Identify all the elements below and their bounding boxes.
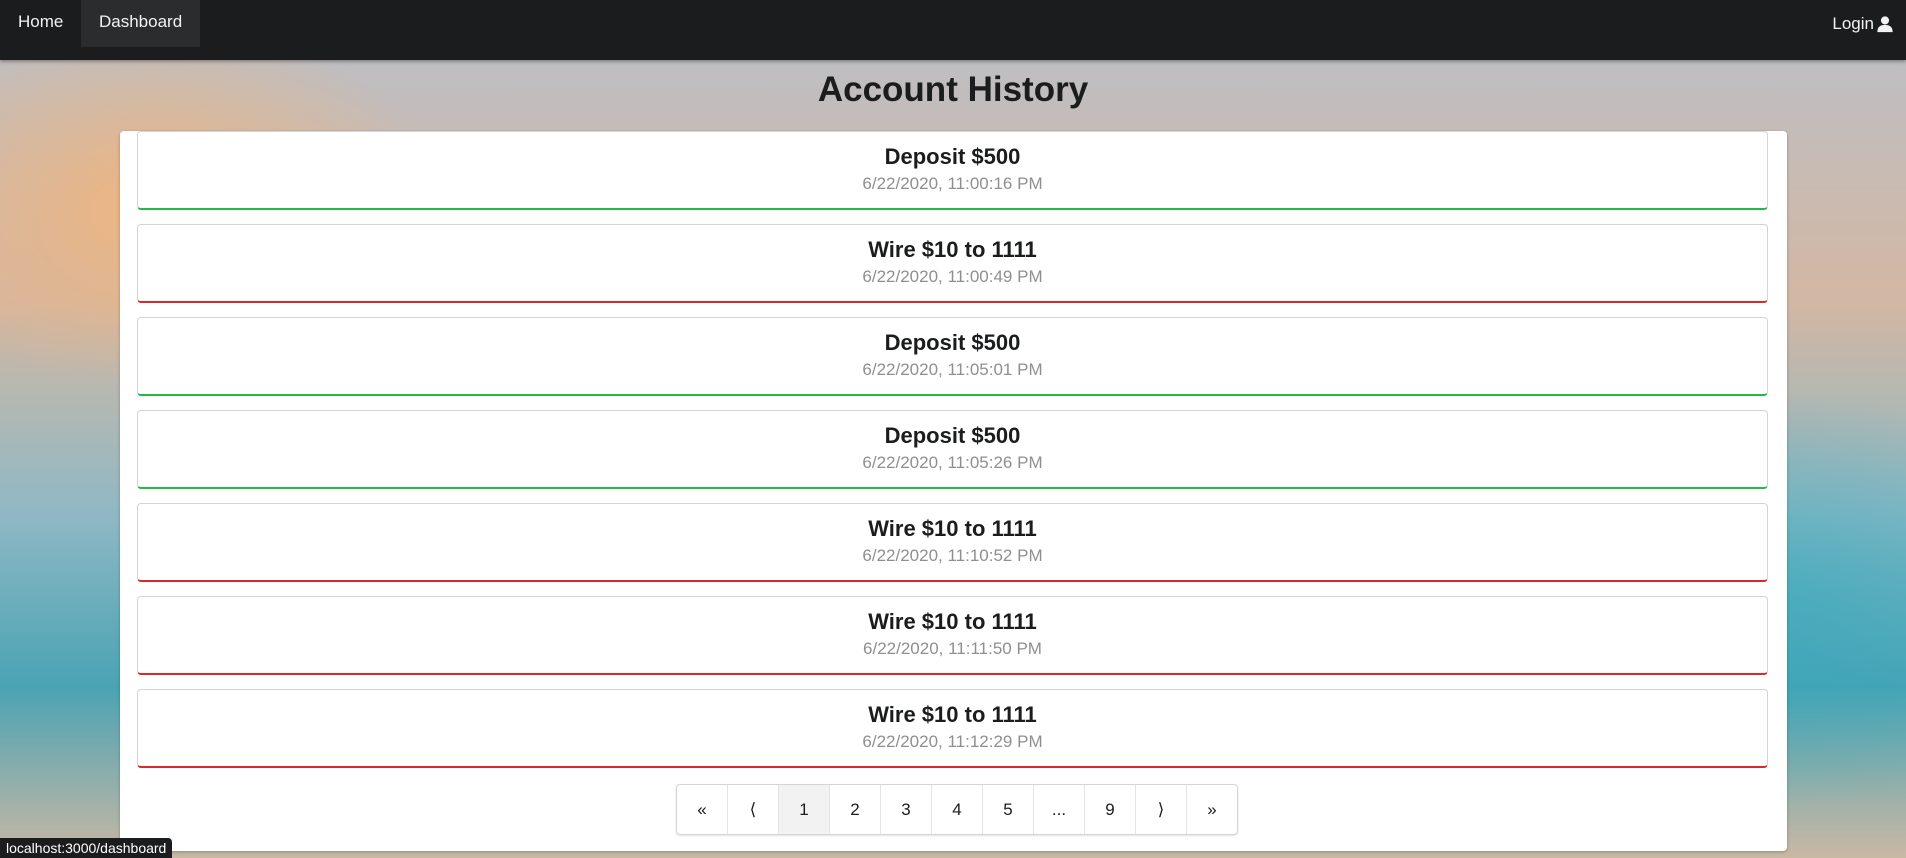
pagination-page-3[interactable]: 3	[881, 785, 932, 834]
entry-title: Wire $10 to 1111	[868, 609, 1037, 634]
history-entry: Deposit $500 6/22/2020, 11:05:26 PM	[137, 410, 1768, 489]
entry-timestamp: 6/22/2020, 11:05:01 PM	[862, 360, 1043, 379]
pagination-ellipsis: ...	[1034, 785, 1085, 834]
nav-dashboard-link[interactable]: Dashboard	[81, 0, 201, 47]
history-entry: Deposit $500 6/22/2020, 11:00:16 PM	[137, 131, 1768, 210]
entry-timestamp: 6/22/2020, 11:05:26 PM	[862, 453, 1043, 472]
entry-timestamp: 6/22/2020, 11:12:29 PM	[862, 732, 1043, 751]
pagination-last-button[interactable]: »	[1187, 785, 1237, 834]
account-history-panel: Deposit $500 6/22/2020, 11:00:16 PM Wire…	[120, 131, 1787, 851]
pagination-first-button[interactable]: «	[677, 785, 728, 834]
entry-title: Wire $10 to 1111	[868, 702, 1037, 727]
pagination-page-1[interactable]: 1	[779, 785, 830, 834]
entry-timestamp: 6/22/2020, 11:00:49 PM	[862, 267, 1043, 286]
history-entry: Wire $10 to 1111 6/22/2020, 11:12:29 PM	[137, 689, 1768, 768]
pagination-page-5[interactable]: 5	[983, 785, 1034, 834]
browser-status-bar: localhost:3000/dashboard	[0, 838, 173, 858]
history-entry: Deposit $500 6/22/2020, 11:05:01 PM	[137, 317, 1768, 396]
pagination-next-button[interactable]: ⟩	[1136, 785, 1187, 834]
history-entry: Wire $10 to 1111 6/22/2020, 11:11:50 PM	[137, 596, 1768, 675]
pagination-page-2[interactable]: 2	[830, 785, 881, 834]
entry-title: Deposit $500	[884, 330, 1021, 355]
entry-title: Wire $10 to 1111	[868, 516, 1037, 541]
page-title: Account History	[817, 70, 1089, 109]
top-navbar: Home Dashboard Login	[0, 0, 1906, 60]
history-entry: Wire $10 to 1111 6/22/2020, 11:10:52 PM	[137, 503, 1768, 582]
pagination-prev-button[interactable]: ⟨	[728, 785, 779, 834]
entry-timestamp: 6/22/2020, 11:10:52 PM	[862, 546, 1043, 565]
history-entry: Wire $10 to 1111 6/22/2020, 11:00:49 PM	[137, 224, 1768, 303]
entry-title: Deposit $500	[884, 144, 1021, 169]
nav-login-link[interactable]: Login	[1832, 0, 1906, 47]
nav-home-link[interactable]: Home	[0, 0, 81, 47]
entry-timestamp: 6/22/2020, 11:00:16 PM	[862, 174, 1043, 193]
pagination: « ⟨ 1 2 3 4 5 ... 9 ⟩ »	[676, 784, 1238, 835]
entry-title: Deposit $500	[884, 423, 1021, 448]
entry-title: Wire $10 to 1111	[868, 237, 1037, 262]
pagination-page-9[interactable]: 9	[1085, 785, 1136, 834]
entry-timestamp: 6/22/2020, 11:11:50 PM	[863, 639, 1042, 658]
login-label: Login	[1832, 13, 1874, 33]
pagination-page-4[interactable]: 4	[932, 785, 983, 834]
user-icon	[1877, 15, 1893, 32]
